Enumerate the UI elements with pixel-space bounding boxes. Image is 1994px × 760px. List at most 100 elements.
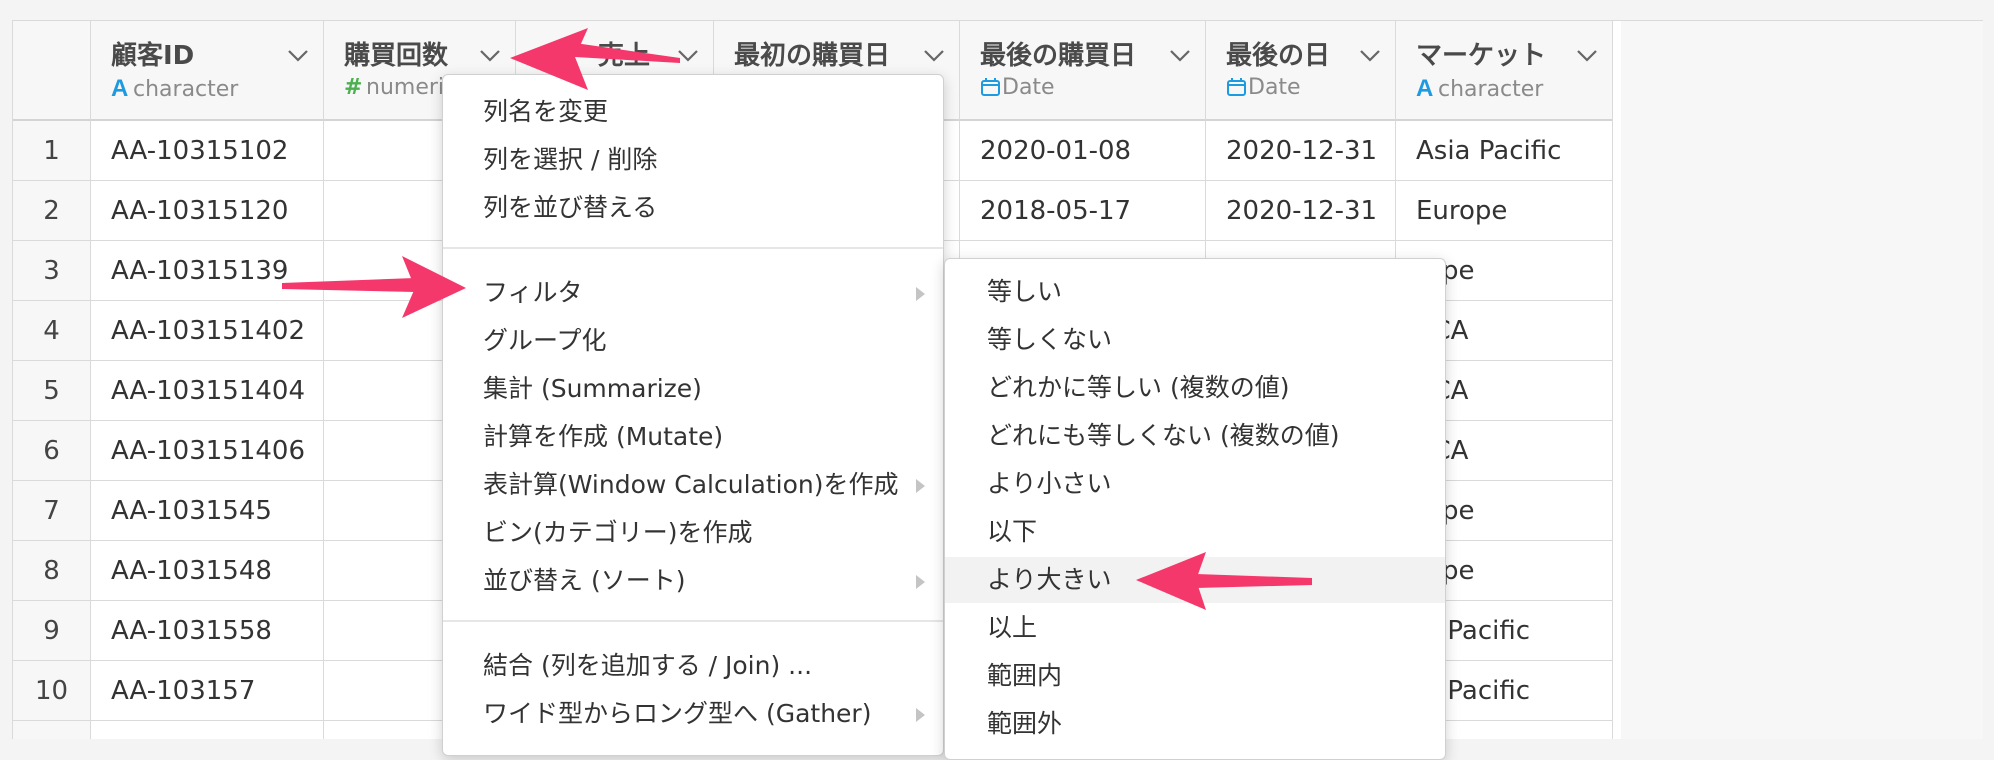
row-number-header (13, 21, 91, 121)
column-type: Date (980, 75, 1055, 100)
menu-item-filter[interactable]: フィルタ (443, 270, 943, 316)
submenu-item-less-than[interactable]: より小さい (945, 461, 1445, 507)
cell-last-day[interactable]: 2020-12-31 (1206, 121, 1396, 181)
row-number: 5 (13, 361, 91, 421)
row-number: 7 (13, 481, 91, 541)
cell-customer-id[interactable]: AA-103151404 (91, 361, 324, 421)
cell-last-purchase-date[interactable]: 2020-01-08 (960, 121, 1206, 181)
chevron-down-icon[interactable] (923, 49, 945, 63)
menu-item-summarize[interactable]: 集計 (Summarize) (443, 366, 943, 412)
menu-item-reorder-columns[interactable]: 列を並び替える (443, 185, 943, 231)
column-name: 最後の日 (1226, 41, 1331, 71)
column-name: 売上 (598, 41, 651, 71)
column-type-label: character (1438, 77, 1544, 102)
column-type: #numeric (344, 75, 456, 100)
cell-customer-id[interactable]: AA-1031548 (91, 541, 324, 601)
row-number: 3 (13, 241, 91, 301)
cell-market[interactable]: Europe (1396, 181, 1613, 241)
column-type: Acharacter (1416, 75, 1543, 103)
menu-item-create-bins[interactable]: ビン(カテゴリー)を作成 (443, 510, 943, 556)
menu-item-label: 列を並び替える (483, 193, 658, 222)
column-header-last-purchase-date[interactable]: 最後の購買日 Date (960, 21, 1206, 121)
cell-market[interactable]: Asia Pacific (1396, 121, 1613, 181)
menu-separator (443, 620, 943, 622)
submenu-item-equal-any[interactable]: どれかに等しい (複数の値) (945, 365, 1445, 411)
menu-item-label: 計算を作成 (Mutate) (483, 422, 724, 451)
cell-customer-id[interactable]: AA-1031558 (91, 601, 324, 661)
column-name: 購買回数 (344, 41, 449, 71)
submenu-item-label: 等しい (987, 277, 1063, 306)
cell-customer-id[interactable]: AA-1031545 (91, 481, 324, 541)
menu-item-label: 列を選択 / 削除 (483, 145, 658, 174)
menu-separator (443, 247, 943, 249)
cell-customer-id[interactable]: AA-10315139 (91, 241, 324, 301)
submenu-caret-icon (916, 479, 925, 493)
empty-area (1621, 21, 1983, 739)
submenu-item-less-or-equal[interactable]: 以下 (945, 509, 1445, 555)
submenu-item-label: 範囲外 (987, 709, 1063, 738)
submenu-item-greater-than[interactable]: より大きい (945, 557, 1445, 603)
cell-customer-id[interactable]: AA-103151402 (91, 301, 324, 361)
menu-item-label: ワイド型からロング型へ (Gather) (483, 699, 872, 728)
submenu-item-not-between[interactable]: 範囲外 (945, 701, 1445, 747)
menu-item-group-by[interactable]: グループ化 (443, 318, 943, 364)
column-type: Date (1226, 75, 1301, 100)
chevron-down-icon[interactable] (1576, 49, 1598, 63)
submenu-item-label: より大きい (987, 565, 1112, 594)
chevron-down-icon[interactable] (1359, 49, 1381, 63)
menu-item-label: フィルタ (483, 278, 583, 307)
menu-item-label: 表計算(Window Calculation)を作成 (483, 470, 899, 499)
menu-item-window-calculation[interactable]: 表計算(Window Calculation)を作成 (443, 462, 943, 508)
character-type-icon: A (111, 75, 129, 102)
submenu-item-not-equal[interactable]: 等しくない (945, 317, 1445, 363)
chevron-down-icon[interactable] (287, 49, 309, 63)
cell-customer-id[interactable]: AA-10315102 (91, 121, 324, 181)
column-type-label: character (133, 77, 239, 102)
submenu-item-label: どれにも等しくない (複数の値) (987, 421, 1340, 450)
character-type-icon: A (1416, 75, 1434, 102)
menu-item-sort[interactable]: 並び替え (ソート) (443, 558, 943, 604)
cell-last-purchase-date[interactable]: 2018-05-17 (960, 181, 1206, 241)
column-name: 最初の購買日 (734, 41, 891, 71)
cell-customer-id[interactable]: AA-10315120 (91, 181, 324, 241)
menu-item-label: 集計 (Summarize) (483, 374, 702, 403)
date-type-icon (981, 78, 1000, 96)
submenu-caret-icon (916, 708, 925, 722)
row-number (13, 721, 91, 739)
cell-customer-id[interactable]: AA-103157 (91, 661, 324, 721)
column-header-customer-id[interactable]: 顧客ID Acharacter (91, 21, 324, 121)
filter-submenu: 等しい 等しくない どれかに等しい (複数の値) どれにも等しくない (複数の値… (944, 258, 1446, 760)
column-context-menu: 列名を変更 列を選択 / 削除 列を並び替える フィルタ グループ化 集計 (S… (442, 74, 944, 756)
chevron-down-icon[interactable] (479, 49, 501, 63)
row-number: 10 (13, 661, 91, 721)
menu-item-join[interactable]: 結合 (列を追加する / Join) ... (443, 643, 943, 689)
column-type-label: Date (1002, 75, 1055, 100)
chevron-down-icon[interactable] (677, 49, 699, 63)
menu-item-select-remove-columns[interactable]: 列を選択 / 削除 (443, 137, 943, 183)
row-number: 6 (13, 421, 91, 481)
column-type: Acharacter (111, 75, 238, 103)
menu-item-rename-column[interactable]: 列名を変更 (443, 89, 943, 135)
menu-item-label: 列名を変更 (483, 97, 609, 126)
column-name: 最後の購買日 (980, 41, 1137, 71)
menu-item-gather[interactable]: ワイド型からロング型へ (Gather) (443, 691, 943, 737)
row-number: 8 (13, 541, 91, 601)
column-type-label: Date (1248, 75, 1301, 100)
submenu-item-greater-or-equal[interactable]: 以上 (945, 605, 1445, 651)
column-header-last-day[interactable]: 最後の日 Date (1206, 21, 1396, 121)
row-number: 9 (13, 601, 91, 661)
submenu-item-label: 以下 (987, 517, 1038, 546)
submenu-item-label: より小さい (987, 469, 1112, 498)
cell-customer-id[interactable] (91, 721, 324, 739)
menu-item-label: 結合 (列を追加する / Join) ... (483, 651, 813, 680)
chevron-down-icon[interactable] (1169, 49, 1191, 63)
menu-item-label: ビン(カテゴリー)を作成 (483, 518, 753, 547)
cell-customer-id[interactable]: AA-103151406 (91, 421, 324, 481)
cell-last-day[interactable]: 2020-12-31 (1206, 181, 1396, 241)
menu-item-mutate[interactable]: 計算を作成 (Mutate) (443, 414, 943, 460)
submenu-item-label: 等しくない (987, 325, 1113, 354)
submenu-item-not-equal-any[interactable]: どれにも等しくない (複数の値) (945, 413, 1445, 459)
submenu-item-equal[interactable]: 等しい (945, 269, 1445, 315)
submenu-item-between[interactable]: 範囲内 (945, 653, 1445, 699)
column-header-market[interactable]: マーケット Acharacter (1396, 21, 1613, 121)
